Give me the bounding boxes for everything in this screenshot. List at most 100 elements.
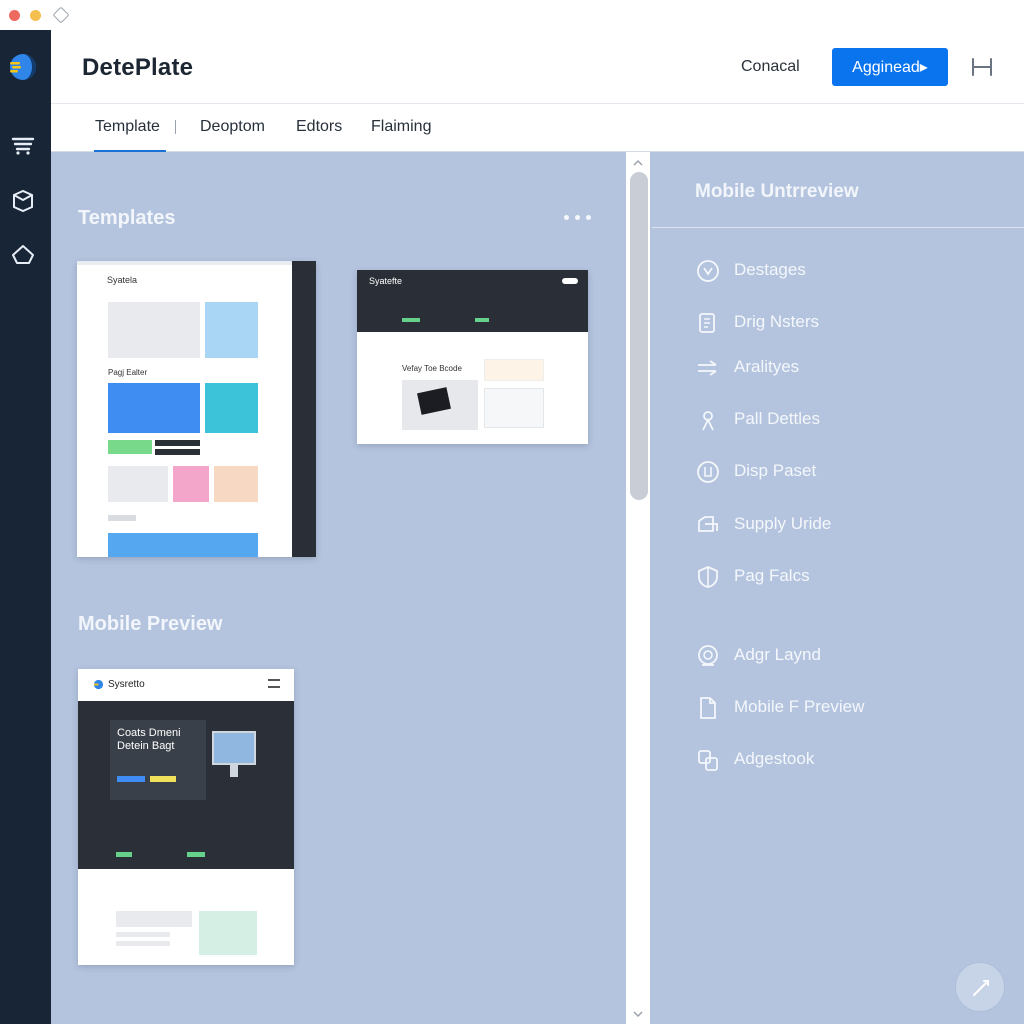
scroll-down-icon[interactable]	[632, 1008, 644, 1020]
more-dot-icon	[586, 215, 591, 220]
thumb-sidebar	[292, 261, 316, 557]
right-panel-title: Mobile Untrreview	[695, 181, 859, 202]
panel-item-supply-uride[interactable]: Supply Uride	[696, 511, 996, 539]
panel-item-pall-dettles[interactable]: Pall Dettles	[696, 406, 996, 434]
thumb-green-tag	[402, 318, 420, 322]
left-rail	[0, 30, 51, 1024]
window-menu-icon[interactable]	[52, 6, 70, 24]
tab-divider	[175, 120, 176, 134]
thumb-photo	[205, 383, 258, 433]
document-icon	[699, 313, 715, 333]
shield-half-icon	[698, 566, 718, 588]
panel-item-pag-falcs[interactable]: Pag Falcs	[696, 563, 996, 591]
panel-item-drig-nsters[interactable]: Drig Nsters	[696, 309, 996, 337]
thumb-footer-banner	[108, 533, 258, 557]
thumb-green-tag	[116, 852, 132, 857]
thumb-monitor	[212, 731, 256, 765]
thumb-caption	[108, 515, 136, 521]
more-dot-icon	[564, 215, 569, 220]
thumb-logo-icon	[93, 679, 104, 690]
right-panel-divider	[652, 227, 1024, 228]
panel-item-label: Adgestook	[734, 749, 815, 768]
window-titlebar	[0, 0, 1024, 30]
panel-item-label: Pall Dettles	[734, 409, 820, 428]
person-icon	[702, 411, 714, 431]
thumb-pill	[562, 278, 578, 284]
thumb-topbar	[77, 261, 292, 265]
thumb-headline-2: Detein Bagt	[117, 740, 175, 752]
app-logo-icon	[10, 54, 36, 80]
tab-bar: Template Deoptom Edtors Flaiming	[51, 104, 1024, 152]
tab-flaiming[interactable]: Flaiming	[371, 118, 431, 136]
scrollbar-thumb[interactable]	[630, 172, 648, 500]
thumb-bar	[155, 440, 200, 446]
thumb-button-blue	[117, 776, 145, 782]
copy-icon	[698, 750, 718, 771]
split-view-icon[interactable]	[969, 54, 995, 80]
mobile-preview-card[interactable]: Sysretto Coats Dmeni Detein Bagt	[78, 669, 294, 965]
thumb-green-tag	[475, 318, 489, 322]
thumb-camera	[214, 466, 258, 502]
cancel-button[interactable]: Conacal	[731, 48, 810, 86]
app-title: DetePlate	[82, 54, 194, 81]
panel-item-label: Drig Nsters	[734, 312, 820, 331]
tab-deoptom[interactable]: Deoptom	[200, 118, 265, 136]
truck-icon	[698, 516, 718, 532]
thumb-art	[173, 466, 209, 502]
panel-item-disp-paset[interactable]: Disp Paset	[696, 458, 996, 486]
thumb-card	[484, 359, 544, 381]
thumb-headline-1: Coats Dmeni	[117, 727, 181, 739]
thumb-text-line	[116, 941, 170, 946]
panel-item-label: Supply Uride	[734, 514, 832, 533]
thumb-block	[108, 302, 200, 358]
panel-item-label: Mobile F Preview	[734, 697, 865, 716]
active-tab-indicator	[94, 150, 166, 152]
more-options-button[interactable]	[561, 208, 595, 228]
thumb-bar	[155, 449, 200, 455]
file-icon	[700, 697, 716, 719]
panel-item-label: Destages	[734, 260, 806, 279]
badge-icon	[698, 645, 718, 666]
template-card-2[interactable]: Syatefte Vefay Toe Bcode	[357, 270, 588, 444]
panel-item-label: Disp Paset	[734, 461, 817, 480]
edit-fab-button[interactable]	[955, 962, 1005, 1012]
thumb-button-green	[108, 440, 152, 454]
package-icon[interactable]	[9, 187, 37, 215]
thumb-list	[484, 388, 544, 428]
arrows-icon	[698, 360, 717, 376]
home-icon[interactable]	[9, 241, 37, 269]
close-window-button[interactable]	[9, 10, 20, 21]
thumb-hero-block	[108, 383, 200, 433]
primary-action-button[interactable]: Agginead▸	[832, 48, 948, 86]
thumb-green-tag	[187, 852, 205, 857]
panel-item-label: Aralityes	[734, 357, 800, 376]
panel-item-label: Adgr Laynd	[734, 645, 821, 664]
thumb-headline: Vefay Toe Bcode	[402, 364, 462, 373]
panel-item-aralityes[interactable]: Aralityes	[696, 354, 996, 382]
thumb-section-label: Pagj Ealter	[108, 368, 148, 377]
more-dot-icon	[575, 215, 580, 220]
panel-item-label: Pag Falcs	[734, 566, 810, 585]
app-header: DetePlate Conacal Agginead▸	[51, 30, 1024, 104]
thumb-monitor-stand	[230, 765, 238, 777]
tab-edtors[interactable]: Edtors	[296, 118, 342, 136]
tab-template[interactable]: Template	[95, 118, 160, 136]
minimize-window-button[interactable]	[30, 10, 41, 21]
edit-icon	[973, 980, 989, 996]
cart-icon[interactable]	[9, 131, 37, 159]
panel-item-adgr-laynd[interactable]: Adgr Laynd	[696, 642, 996, 670]
panel-item-mobile-f-preview[interactable]: Mobile F Preview	[696, 694, 996, 722]
thumb-button-yellow	[150, 776, 176, 782]
panel-item-destages[interactable]: Destages	[696, 257, 996, 285]
thumb-brand: Syatela	[107, 275, 138, 285]
templates-heading: Templates	[78, 207, 176, 229]
template-card-1[interactable]: Syatela Pagj Ealter	[77, 261, 316, 557]
thumb-block	[116, 911, 192, 927]
thumb-text-line	[116, 932, 170, 937]
thumb-image	[205, 302, 258, 358]
thumb-illustration	[199, 911, 257, 955]
panel-item-adgestook[interactable]: Adgestook	[696, 746, 996, 774]
scroll-up-icon[interactable]	[632, 157, 644, 169]
thumb-brand: Syatefte	[369, 276, 403, 286]
thumb-brand: Sysretto	[108, 679, 145, 690]
